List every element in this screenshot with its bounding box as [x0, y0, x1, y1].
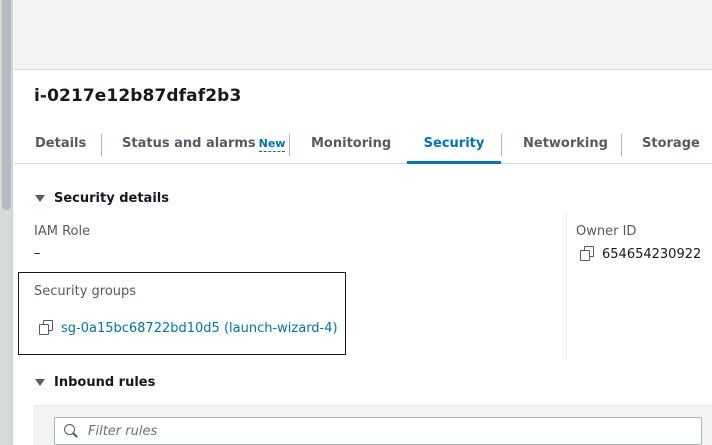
tab-security[interactable]: Security — [407, 126, 501, 164]
tab-bar: Details Status and alarms New Monitoring … — [14, 126, 712, 164]
tab-storage-label: Storage — [642, 136, 700, 151]
header-band — [14, 0, 712, 70]
security-group-row: sg-0a15bc68722bd10d5 (launch-wizard-4) — [39, 320, 338, 336]
column-divider — [566, 213, 567, 360]
owner-id-label: Owner ID — [576, 224, 637, 239]
tab-details[interactable]: Details — [35, 126, 86, 164]
copy-icon[interactable] — [580, 246, 594, 261]
tab-separator — [289, 134, 290, 156]
tab-details-label: Details — [35, 136, 87, 151]
tab-status-label: Status and alarms — [122, 136, 256, 151]
tab-separator — [101, 134, 102, 156]
left-scrollbar-thumb[interactable] — [2, 0, 11, 210]
tab-status-and-alarms[interactable]: Status and alarms New — [122, 126, 286, 164]
security-details-toggle[interactable]: Security details — [35, 191, 169, 206]
tab-security-label: Security — [423, 136, 485, 151]
security-details-header: Security details — [54, 191, 169, 206]
tab-separator — [501, 134, 502, 156]
tab-networking-label: Networking — [523, 136, 608, 151]
search-icon — [64, 424, 78, 438]
security-group-link[interactable]: sg-0a15bc68722bd10d5 (launch-wizard-4) — [61, 321, 338, 336]
tab-storage[interactable]: Storage — [642, 126, 700, 164]
tab-monitoring[interactable]: Monitoring — [311, 126, 391, 164]
inbound-rules-header: Inbound rules — [54, 375, 156, 390]
left-scrollbar[interactable] — [0, 0, 13, 445]
caret-down-icon — [35, 195, 45, 202]
tab-networking[interactable]: Networking — [523, 126, 608, 164]
tab-monitoring-label: Monitoring — [311, 136, 392, 151]
filter-rules-input[interactable] — [88, 423, 678, 439]
filter-rules-field[interactable] — [54, 417, 702, 445]
new-badge: New — [258, 137, 286, 152]
caret-down-icon — [35, 379, 45, 386]
copy-icon[interactable] — [39, 320, 53, 335]
iam-role-label: IAM Role — [34, 224, 91, 239]
security-groups-label: Security groups — [34, 284, 137, 299]
instance-title: i-0217e12b87dfaf2b3 — [34, 86, 242, 106]
owner-id-value: 654654230922 — [580, 246, 701, 262]
tab-separator — [621, 134, 622, 156]
owner-id-text: 654654230922 — [602, 247, 702, 262]
inbound-rules-toggle[interactable]: Inbound rules — [35, 375, 155, 390]
iam-role-value: – — [34, 246, 41, 261]
